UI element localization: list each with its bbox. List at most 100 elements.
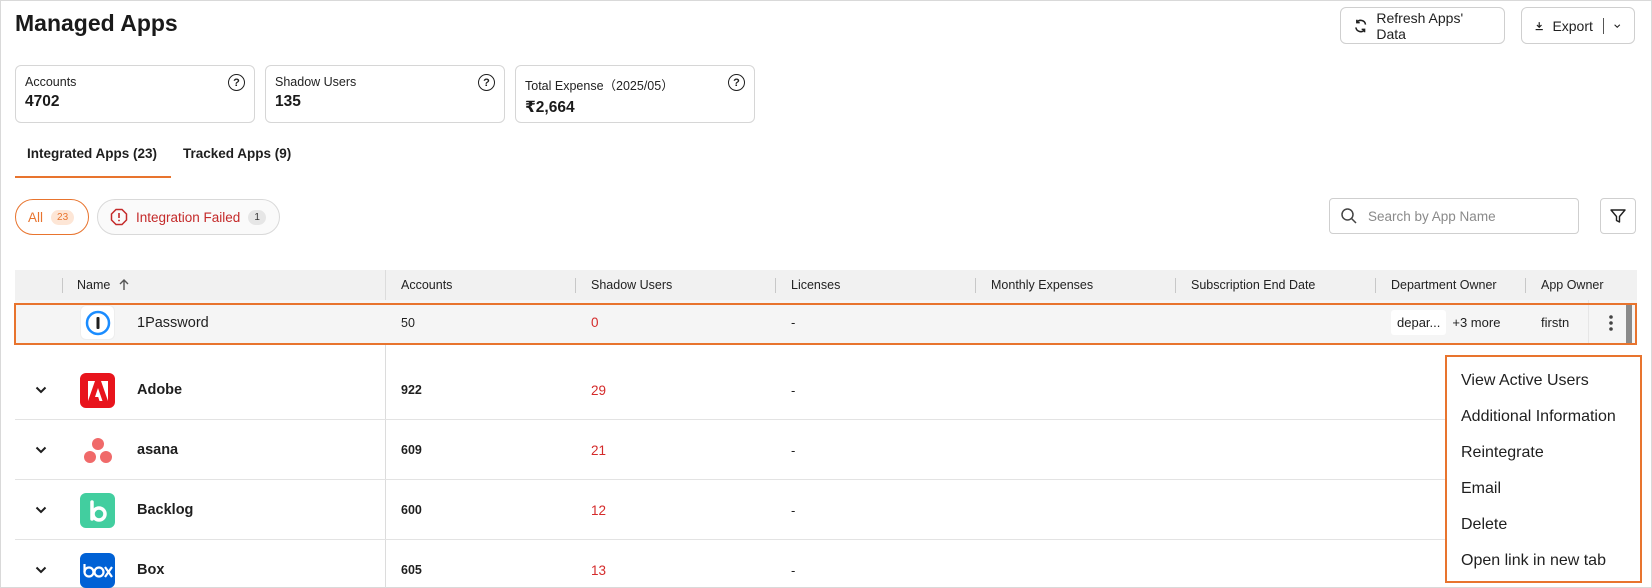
expand-row-button[interactable] (33, 420, 49, 480)
column-divider (975, 278, 976, 293)
menu-item-open-link-new-tab[interactable]: Open link in new tab (1447, 543, 1640, 579)
backlog-logo (80, 493, 115, 528)
scrollbar-thumb[interactable] (1626, 305, 1632, 345)
filter-all-chip[interactable]: All 23 (15, 199, 89, 235)
asana-logo (80, 433, 115, 468)
table-header: Name Accounts Shadow Users Licenses Mont… (15, 270, 1637, 300)
accounts-value: 609 (401, 443, 422, 457)
1password-logo (80, 305, 115, 340)
shadow-users-card: Shadow Users 135 ? (265, 65, 505, 123)
app-tabs: Integrated Apps (23) Tracked Apps (9) (15, 138, 303, 178)
menu-item-email[interactable]: Email (1447, 471, 1640, 507)
expand-row-button[interactable] (33, 360, 49, 420)
licenses-value: - (791, 562, 796, 578)
app-name[interactable]: asana (137, 420, 178, 480)
column-header-department-owner[interactable]: Department Owner (1391, 270, 1497, 300)
search-box (1329, 198, 1579, 234)
licenses-value: - (791, 502, 796, 518)
column-header-name[interactable]: Name (77, 270, 132, 300)
total-expense-card: Total Expense（2025/05） ₹2,664 ? (515, 65, 755, 123)
menu-item-reintegrate[interactable]: Reintegrate (1447, 435, 1640, 471)
menu-item-additional-information[interactable]: Additional Information (1447, 399, 1640, 435)
table-row[interactable]: Box 605 13 - (15, 540, 1637, 588)
column-header-accounts[interactable]: Accounts (401, 270, 452, 300)
shadow-users-value[interactable]: 21 (591, 420, 606, 480)
app-name[interactable]: Adobe (137, 360, 182, 420)
menu-item-view-active-users[interactable]: View Active Users (1447, 363, 1640, 399)
refresh-apps-label: Refresh Apps' Data (1376, 9, 1464, 42)
column-divider (1525, 278, 1526, 293)
column-header-shadow-users[interactable]: Shadow Users (591, 270, 672, 300)
tab-integrated-apps[interactable]: Integrated Apps (23) (15, 138, 171, 178)
filter-failed-label: Integration Failed (136, 209, 241, 225)
refresh-apps-button[interactable]: Refresh Apps' Data (1340, 7, 1505, 44)
filter-icon (1610, 209, 1626, 223)
accounts-card: Accounts 4702 ? (15, 65, 255, 123)
shadow-users-value[interactable]: 0 (591, 300, 599, 345)
shadow-users-card-value: 135 (275, 93, 301, 110)
export-button[interactable]: Export (1521, 7, 1635, 44)
column-header-app-owner[interactable]: App Owner (1541, 270, 1604, 300)
export-separator (1602, 17, 1604, 34)
filter-all-label: All (28, 209, 44, 225)
app-name[interactable]: 1Password (137, 300, 209, 345)
department-tag: depar... (1391, 310, 1447, 335)
app-name[interactable]: Backlog (137, 480, 193, 540)
shadow-users-value[interactable]: 13 (591, 540, 606, 588)
column-divider (575, 278, 576, 293)
licenses-value: - (791, 315, 796, 330)
accounts-value: 922 (401, 383, 422, 397)
shadow-users-value[interactable]: 12 (591, 480, 606, 540)
table-row[interactable]: 1Password 50 0 - depar... +3 more firstn (15, 300, 1637, 345)
adobe-logo (80, 373, 115, 408)
shadow-users-value[interactable]: 29 (591, 360, 606, 420)
chevron-down-icon (35, 386, 47, 394)
filter-integration-failed-chip[interactable]: Integration Failed 1 (97, 199, 280, 235)
chevron-down-icon (35, 566, 47, 574)
help-icon[interactable]: ? (228, 74, 245, 91)
accounts-value: 50 (401, 315, 415, 330)
search-input[interactable] (1368, 208, 1568, 224)
column-name-label: Name (77, 278, 111, 292)
licenses-value: - (791, 442, 796, 458)
accounts-value: 600 (401, 503, 422, 517)
column-divider (775, 278, 776, 293)
refresh-icon (1355, 19, 1367, 32)
row-actions-menu: View Active Users Additional Information… (1445, 355, 1642, 583)
warning-octagon-icon (110, 208, 128, 226)
filter-failed-count: 1 (248, 209, 266, 225)
column-header-subscription-end-date[interactable]: Subscription End Date (1191, 270, 1315, 300)
help-icon[interactable]: ? (478, 74, 495, 91)
tab-tracked-apps[interactable]: Tracked Apps (9) (171, 138, 303, 178)
chevron-down-icon[interactable] (1612, 18, 1622, 34)
shadow-users-card-label: Shadow Users (275, 75, 357, 89)
department-more-link[interactable]: +3 more (1452, 315, 1500, 330)
search-icon (1341, 208, 1357, 224)
menu-item-delete[interactable]: Delete (1447, 507, 1640, 543)
app-owner-value: firstn (1541, 315, 1570, 330)
total-expense-card-label: Total Expense（2025/05） (525, 79, 674, 93)
table-row[interactable]: Adobe 922 29 - (15, 360, 1637, 420)
column-header-licenses[interactable]: Licenses (791, 270, 840, 300)
column-header-monthly-expenses[interactable]: Monthly Expenses (991, 270, 1093, 300)
export-label: Export (1552, 17, 1593, 34)
download-icon (1535, 21, 1543, 30)
filter-button[interactable] (1600, 198, 1636, 234)
licenses-value: - (791, 382, 796, 398)
sort-ascending-icon[interactable] (116, 277, 132, 293)
table-row[interactable]: Backlog 600 12 - (15, 480, 1637, 540)
filter-all-count: 23 (51, 209, 75, 225)
chevron-down-icon (35, 446, 47, 454)
expand-row-button[interactable] (33, 480, 49, 540)
table-row[interactable]: asana 609 21 - (15, 420, 1637, 480)
app-name[interactable]: Box (137, 540, 164, 588)
accounts-value: 605 (401, 563, 422, 577)
expand-row-button[interactable] (33, 540, 49, 588)
accounts-card-value: 4702 (25, 93, 60, 110)
chevron-down-icon (35, 506, 47, 514)
help-icon[interactable]: ? (728, 74, 745, 91)
box-logo (80, 553, 115, 588)
department-owner-cell: depar... +3 more (1391, 300, 1500, 345)
page-title: Managed Apps (15, 10, 178, 36)
column-divider (1175, 278, 1176, 293)
